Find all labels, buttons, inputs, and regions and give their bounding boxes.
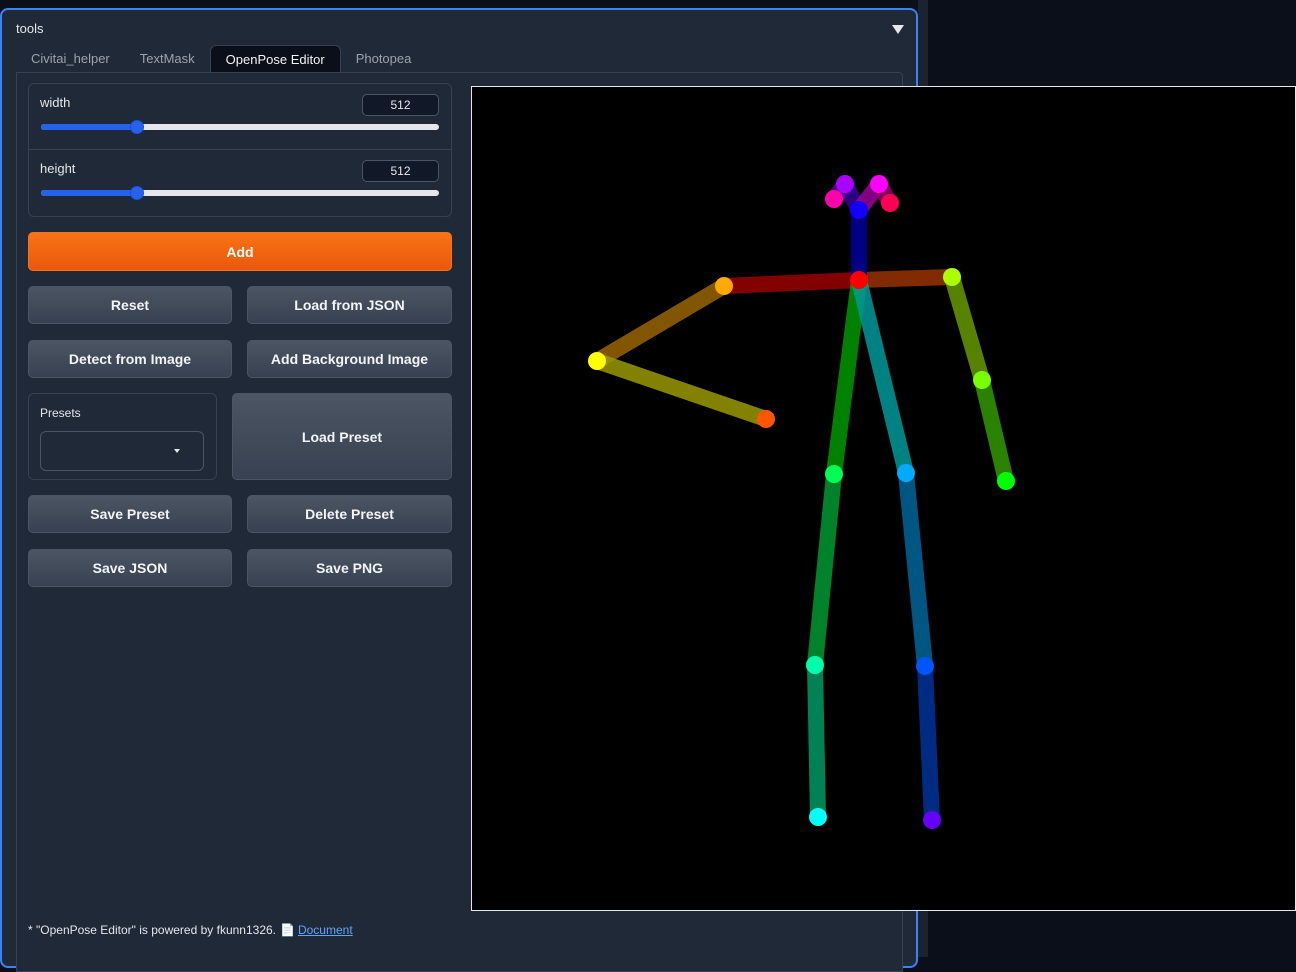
limb-left_hip-left_knee bbox=[898, 465, 933, 674]
tab-openpose-editor[interactable]: OpenPose Editor bbox=[209, 45, 341, 73]
collapse-triangle-icon[interactable] bbox=[892, 25, 904, 34]
keypoint-left_knee[interactable] bbox=[916, 657, 934, 675]
height-slider-row: height 512 bbox=[29, 150, 451, 216]
limb-neck-left_shoulder bbox=[851, 269, 960, 288]
height-slider-thumb[interactable] bbox=[129, 186, 144, 200]
limb-left_knee-left_ankle bbox=[917, 658, 940, 828]
tab-bar: Civitai_helper TextMask OpenPose Editor … bbox=[16, 45, 426, 73]
limb-left_elbow-left_wrist bbox=[974, 372, 1014, 489]
keypoint-left_ankle[interactable] bbox=[923, 811, 941, 829]
keypoint-right_knee[interactable] bbox=[806, 656, 824, 674]
save-json-button[interactable]: Save JSON bbox=[28, 549, 232, 587]
limb-right_knee-right_ankle bbox=[807, 657, 826, 825]
keypoint-right_shoulder[interactable] bbox=[715, 277, 733, 295]
caret-down-icon bbox=[174, 449, 180, 453]
limb-right_shoulder-right_elbow bbox=[589, 278, 732, 369]
keypoint-left_elbow[interactable] bbox=[973, 371, 991, 389]
pose-skeleton[interactable] bbox=[472, 87, 1295, 910]
width-slider-fill bbox=[41, 124, 137, 130]
width-number-input[interactable]: 512 bbox=[362, 94, 439, 116]
keypoint-right_elbow[interactable] bbox=[588, 352, 606, 370]
document-icon: 📄 bbox=[280, 923, 295, 937]
keypoint-left_wrist[interactable] bbox=[997, 472, 1015, 490]
load-preset-button[interactable]: Load Preset bbox=[232, 393, 452, 480]
keypoint-right_eye[interactable] bbox=[836, 175, 854, 193]
limb-right_hip-right_knee bbox=[807, 466, 842, 673]
reset-button[interactable]: Reset bbox=[28, 286, 232, 324]
height-slider-fill bbox=[41, 190, 137, 196]
limb-left_shoulder-left_elbow bbox=[944, 269, 990, 388]
document-link[interactable]: Document bbox=[298, 923, 353, 937]
tab-textmask[interactable]: TextMask bbox=[125, 45, 210, 73]
load-from-json-button[interactable]: Load from JSON bbox=[247, 286, 452, 324]
keypoint-left_ear[interactable] bbox=[881, 194, 899, 212]
keypoint-right_ear[interactable] bbox=[825, 190, 843, 208]
limb-neck-right_shoulder bbox=[716, 272, 867, 294]
dimension-sliders: width 512 height 512 bbox=[28, 83, 452, 217]
width-slider-thumb[interactable] bbox=[129, 120, 144, 134]
keypoint-neck[interactable] bbox=[850, 271, 868, 289]
height-slider-track[interactable] bbox=[41, 186, 439, 200]
limb-neck-left_hip bbox=[851, 272, 914, 481]
save-png-button[interactable]: Save PNG bbox=[247, 549, 452, 587]
width-label: width bbox=[40, 95, 71, 110]
width-slider-track[interactable] bbox=[41, 120, 439, 134]
keypoint-nose[interactable] bbox=[850, 201, 868, 219]
save-preset-button[interactable]: Save Preset bbox=[28, 495, 232, 533]
add-button[interactable]: Add bbox=[28, 232, 452, 271]
presets-dropdown[interactable] bbox=[40, 431, 204, 471]
tab-photopea[interactable]: Photopea bbox=[341, 45, 427, 73]
limb-neck-right_hip bbox=[826, 272, 867, 482]
presets-label: Presets bbox=[40, 406, 81, 420]
pose-canvas[interactable] bbox=[471, 86, 1296, 911]
height-number-input[interactable]: 512 bbox=[362, 160, 439, 182]
height-label: height bbox=[40, 161, 76, 176]
panel-title: tools bbox=[16, 21, 44, 36]
keypoint-right_wrist[interactable] bbox=[757, 410, 775, 428]
footer-text: * "OpenPose Editor" is powered by fkunn1… bbox=[28, 923, 277, 937]
keypoint-right_hip[interactable] bbox=[825, 465, 843, 483]
tab-civitai-helper[interactable]: Civitai_helper bbox=[16, 45, 125, 73]
add-background-image-button[interactable]: Add Background Image bbox=[247, 340, 452, 378]
keypoint-left_shoulder[interactable] bbox=[943, 268, 961, 286]
delete-preset-button[interactable]: Delete Preset bbox=[247, 495, 452, 533]
limb-right_elbow-right_wrist bbox=[589, 353, 774, 427]
keypoint-right_ankle[interactable] bbox=[809, 808, 827, 826]
keypoint-left_hip[interactable] bbox=[897, 464, 915, 482]
presets-group: Presets bbox=[28, 393, 217, 480]
footer-credit: * "OpenPose Editor" is powered by fkunn1… bbox=[28, 923, 353, 937]
width-slider-row: width 512 bbox=[29, 84, 451, 150]
keypoint-left_eye[interactable] bbox=[870, 175, 888, 193]
detect-from-image-button[interactable]: Detect from Image bbox=[28, 340, 232, 378]
